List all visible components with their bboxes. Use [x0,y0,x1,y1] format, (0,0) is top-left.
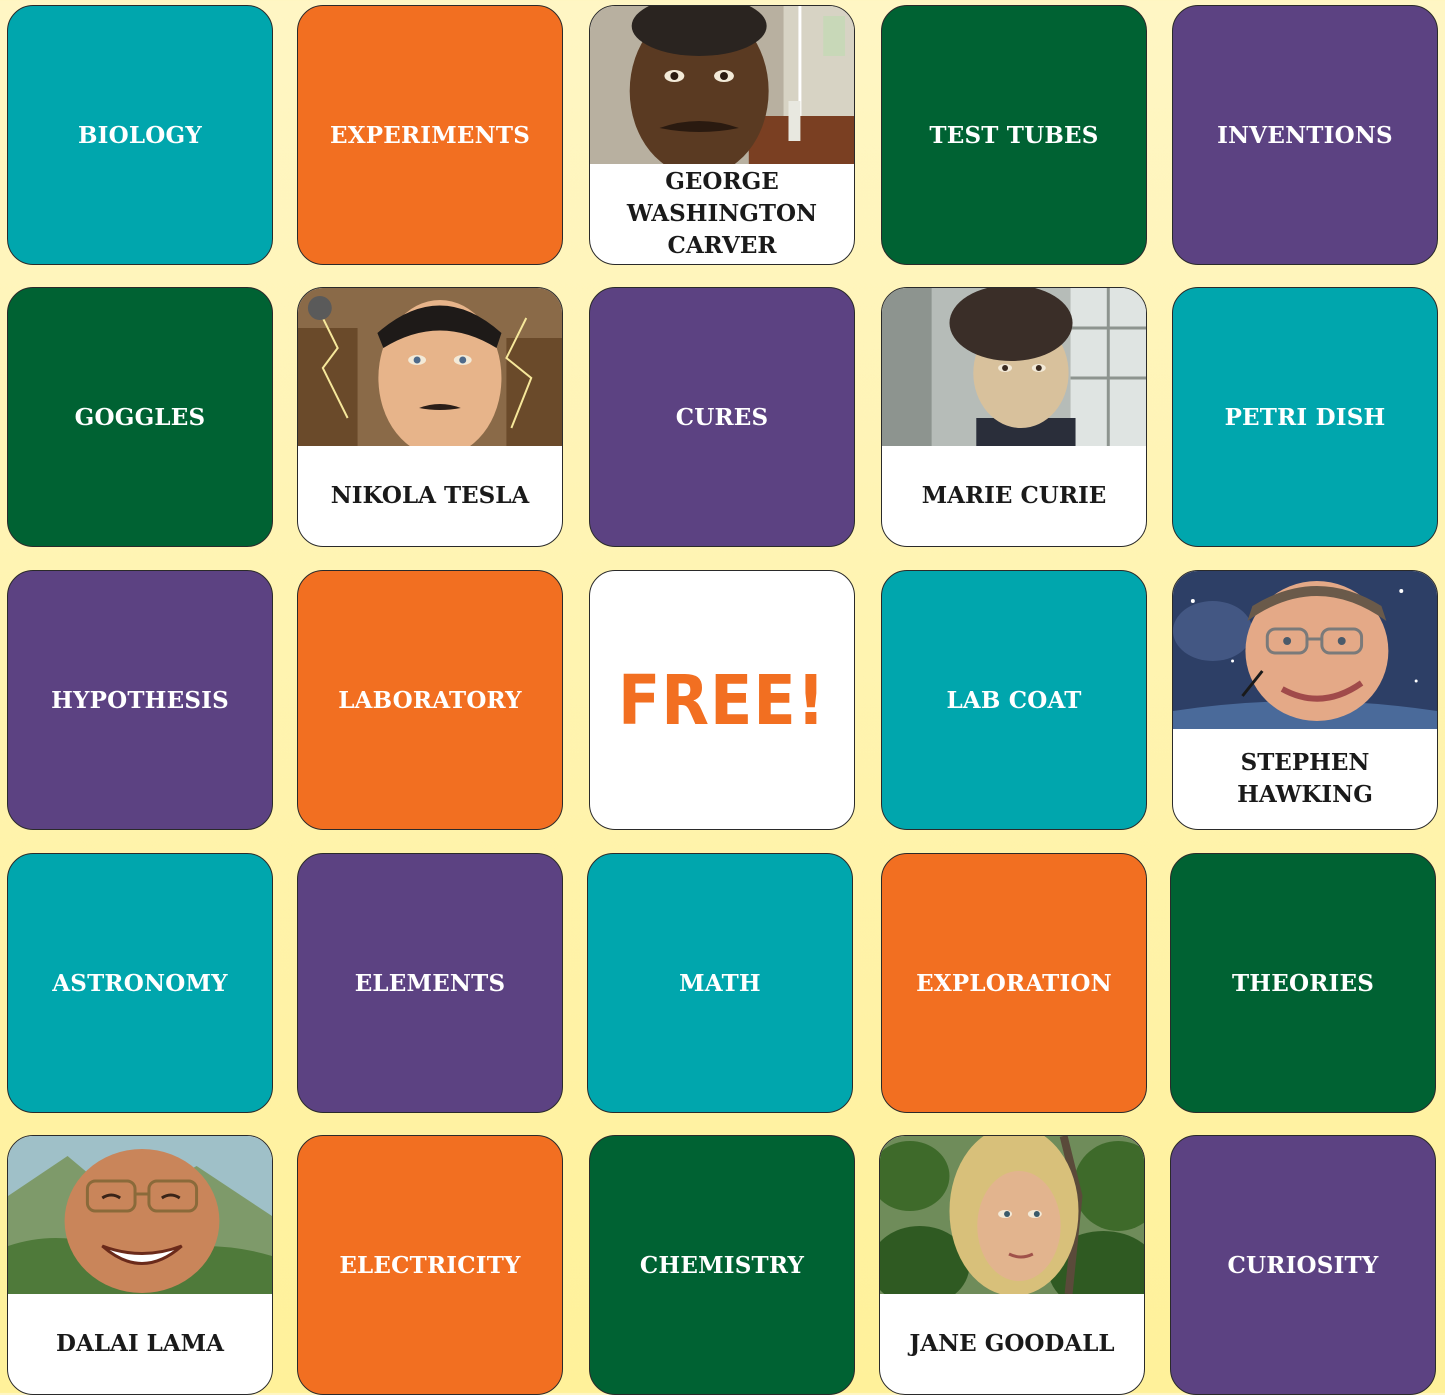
cell-label: ASTRONOMY [52,969,228,997]
bingo-cell-hypothesis[interactable]: HYPOTHESIS [7,570,273,830]
bingo-cell-cures[interactable]: CURES [589,287,855,547]
cell-label: CURIOSITY [1227,1251,1379,1279]
jane-goodall-portrait [880,1136,1144,1294]
person-name: STEPHEN HAWKING [1237,748,1373,808]
bingo-cell-nikola-tesla[interactable]: NIKOLA TESLA [297,287,563,547]
person-name: JANE GOODALL [909,1329,1115,1357]
cell-label: EXPLORATION [916,969,1112,997]
cell-label: GOGGLES [74,403,206,431]
cell-label: LAB COAT [946,686,1082,714]
bingo-cell-astronomy[interactable]: ASTRONOMY [7,853,273,1113]
bingo-cell-petri-dish[interactable]: PETRI DISH [1172,287,1438,547]
person-name: GEORGE WASHINGTON CARVER [626,167,818,260]
bingo-cell-lab-coat[interactable]: LAB COAT [881,570,1147,830]
cell-label: CURES [675,403,769,431]
nikola-tesla-portrait [298,288,562,446]
marie-curie-portrait [882,288,1146,446]
cell-label: HYPOTHESIS [51,686,229,714]
person-name: NIKOLA TESLA [330,481,530,509]
bingo-cell-laboratory[interactable]: LABORATORY [297,570,563,830]
cell-label: EXPERIMENTS [329,121,530,149]
cell-label: CHEMISTRY [639,1251,805,1279]
cell-label: BIOLOGY [78,121,202,149]
cell-label: MATH [679,969,761,997]
cell-label: ELECTRICITY [339,1251,521,1279]
bingo-cell-curiosity[interactable]: CURIOSITY [1170,1135,1436,1395]
cell-label: LABORATORY [338,686,522,714]
bingo-board: BIOLOGY EXPERIMENTS GEORGE WASHINGTON CA… [0,0,1445,1395]
bingo-cell-elements[interactable]: ELEMENTS [297,853,563,1113]
bingo-cell-math[interactable]: MATH [587,853,853,1113]
cell-label: ELEMENTS [354,969,506,997]
bingo-cell-george-washington-carver[interactable]: GEORGE WASHINGTON CARVER [589,5,855,265]
bingo-cell-stephen-hawking[interactable]: STEPHEN HAWKING [1172,570,1438,830]
dalai-lama-portrait [8,1136,272,1294]
stephen-hawking-portrait [1173,571,1437,729]
bingo-cell-theories[interactable]: THEORIES [1170,853,1436,1113]
bingo-cell-dalai-lama[interactable]: DALAI LAMA [7,1135,273,1395]
person-name: MARIE CURIE [921,481,1107,509]
bingo-cell-jane-goodall[interactable]: JANE GOODALL [879,1135,1145,1395]
bingo-cell-marie-curie[interactable]: MARIE CURIE [881,287,1147,547]
george-washington-carver-portrait [590,6,854,164]
bingo-cell-inventions[interactable]: INVENTIONS [1172,5,1438,265]
bingo-cell-exploration[interactable]: EXPLORATION [881,853,1147,1113]
free-space-label: FREE! [617,659,827,741]
bingo-cell-biology[interactable]: BIOLOGY [7,5,273,265]
cell-label: INVENTIONS [1217,121,1393,149]
bingo-cell-free-space[interactable]: FREE! [589,570,855,830]
cell-label: PETRI DISH [1224,403,1386,431]
bingo-cell-test-tubes[interactable]: TEST TUBES [881,5,1147,265]
person-name: DALAI LAMA [56,1329,224,1357]
bingo-cell-chemistry[interactable]: CHEMISTRY [589,1135,855,1395]
cell-label: TEST TUBES [929,121,1099,149]
bingo-cell-experiments[interactable]: EXPERIMENTS [297,5,563,265]
bingo-cell-goggles[interactable]: GOGGLES [7,287,273,547]
bingo-cell-electricity[interactable]: ELECTRICITY [297,1135,563,1395]
cell-label: THEORIES [1231,969,1375,997]
